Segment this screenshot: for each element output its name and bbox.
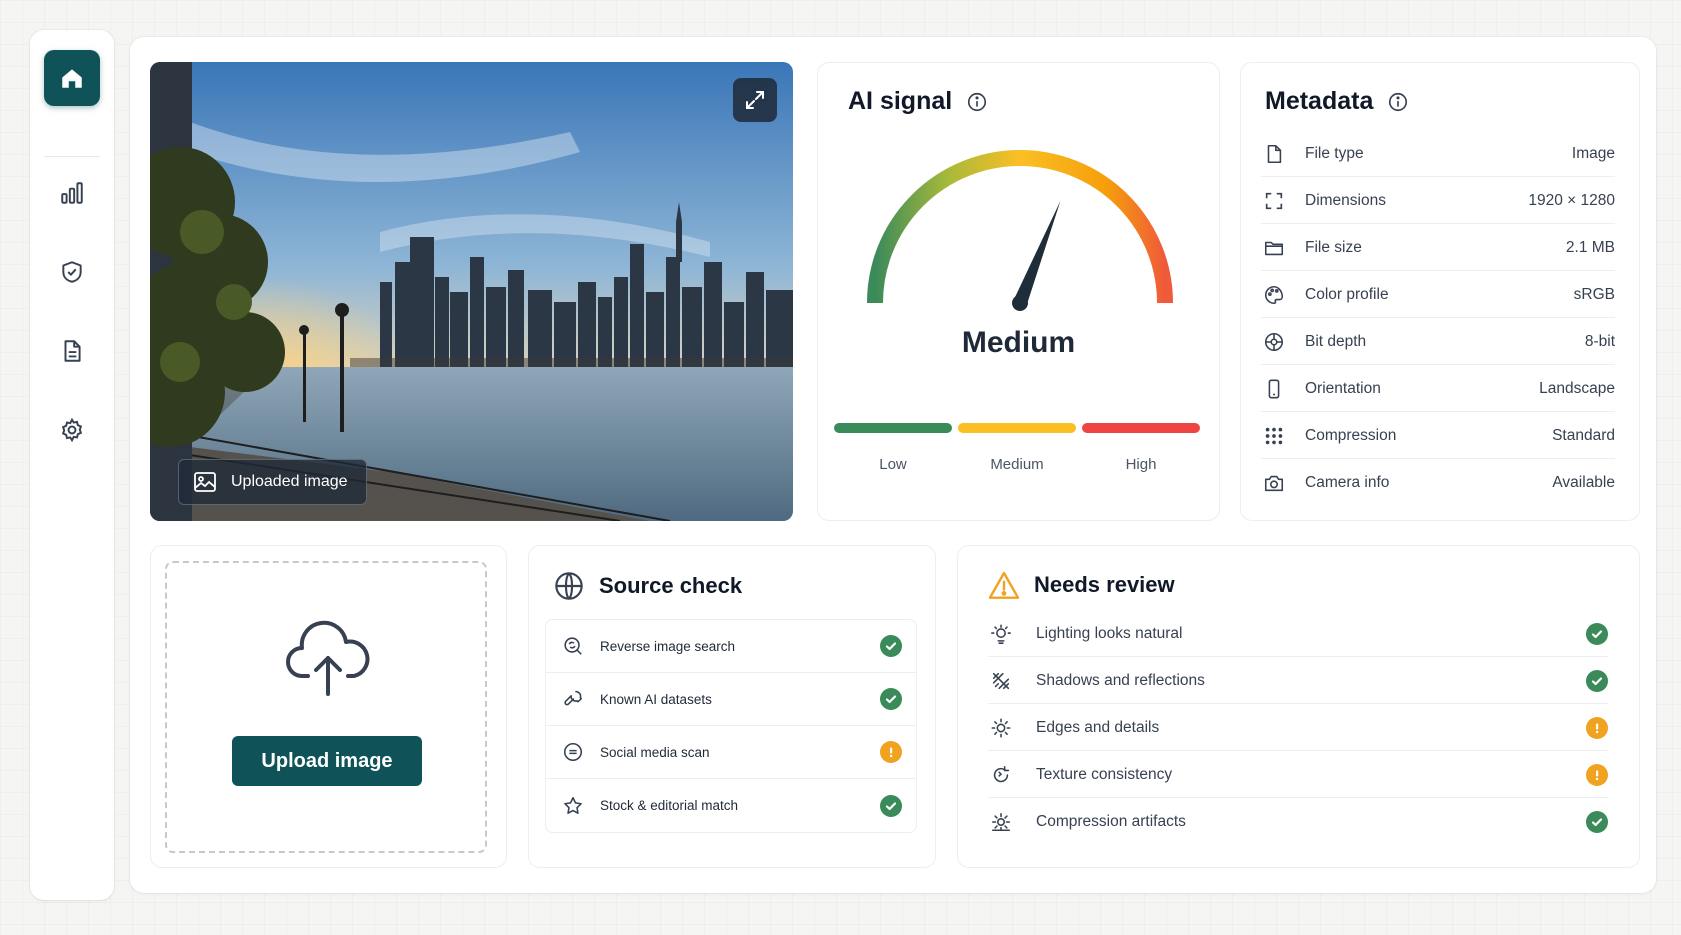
status-ok-icon — [1586, 811, 1608, 833]
image-preview[interactable]: Uploaded image — [150, 62, 793, 521]
wrench-icon — [560, 688, 586, 710]
uploaded-image-badge: Uploaded image — [178, 459, 367, 505]
metadata-title: Metadata — [1265, 87, 1374, 115]
status-ok-icon — [1586, 622, 1608, 645]
scale-label-medium: Medium — [990, 456, 1044, 473]
source-row-reverse-search: Reverse image search — [546, 620, 916, 673]
metadata-row-orientation: Orientation Landscape — [1261, 366, 1615, 412]
expand-button[interactable] — [733, 78, 777, 122]
metadata-row-dimensions: Dimensions 1920 × 1280 — [1261, 178, 1615, 224]
sidebar — [30, 30, 114, 900]
status-warning-icon — [1586, 763, 1608, 786]
scale-bar-low — [834, 423, 952, 433]
source-row-known-ai-datasets: Known AI datasets — [546, 673, 916, 726]
grid-icon — [1261, 425, 1287, 447]
status-ok-icon — [880, 635, 902, 657]
status-warning-icon — [880, 741, 902, 763]
metadata-row-file-type: File type Image — [1261, 131, 1615, 177]
source-row-stock-editorial: Stock & editorial match — [546, 779, 916, 832]
phone-icon — [1261, 378, 1287, 400]
scale-bar-high — [1082, 423, 1200, 433]
camera-icon — [1261, 472, 1287, 494]
metadata-row-camera-info: Camera info Available — [1261, 460, 1615, 506]
file-icon — [1261, 143, 1287, 165]
status-warning-icon — [1586, 716, 1608, 739]
sun-icon — [988, 717, 1014, 739]
metadata-row-color-profile: Color profile sRGB — [1261, 272, 1615, 318]
uploaded-image-caption: Uploaded image — [231, 473, 348, 490]
status-ok-icon — [880, 688, 902, 710]
ai-signal-card: AI signal Medium Low Medium High — [817, 62, 1220, 521]
warning-icon — [988, 571, 1020, 599]
gauge-needle — [1012, 200, 1061, 311]
info-icon[interactable] — [966, 91, 988, 113]
ai-signal-level: Medium — [961, 326, 1076, 359]
review-row-edges: Edges and details — [988, 705, 1608, 751]
ai-signal-title: AI signal — [848, 87, 953, 115]
reverse-search-icon — [560, 635, 586, 657]
light-icon — [988, 623, 1014, 645]
scale-bar-medium — [958, 423, 1076, 433]
info-icon[interactable] — [1387, 91, 1409, 113]
status-ok-icon — [880, 794, 902, 817]
star-icon — [560, 795, 586, 817]
nav-analytics-button[interactable] — [44, 165, 100, 221]
status-ok-icon — [1586, 669, 1608, 692]
review-row-texture: Texture consistency — [988, 752, 1608, 798]
nav-security-button[interactable] — [44, 244, 100, 300]
gauge-needle-hub — [1012, 295, 1028, 311]
source-check-card: Source check Reverse image search Known … — [528, 545, 936, 868]
metadata-row-file-size: File size 2.1 MB — [1261, 225, 1615, 271]
dimensions-icon — [1261, 190, 1287, 212]
shield-check-icon — [62, 261, 82, 283]
expand-icon — [746, 91, 764, 109]
home-icon — [62, 69, 82, 88]
nav-reports-button[interactable] — [44, 323, 100, 379]
metadata-header: Metadata — [1265, 87, 1409, 116]
ai-signal-header: AI signal — [848, 87, 988, 116]
globe-icon — [555, 572, 583, 600]
source-check-list: Reverse image search Known AI datasets S… — [545, 619, 917, 833]
needs-review-header: Needs review — [988, 570, 1175, 600]
ai-signal-gauge — [867, 150, 1173, 311]
scale-label-high: High — [1125, 456, 1157, 473]
nav-settings-button[interactable] — [44, 402, 100, 458]
source-check-header: Source check — [553, 570, 742, 602]
metadata-card: Metadata File type Image Dimensions 1920… — [1240, 62, 1640, 521]
gauge-needle-shape — [1013, 200, 1061, 306]
nav-home-button[interactable] — [44, 50, 100, 106]
uploaded-photo — [150, 62, 793, 521]
upload-dropzone[interactable]: Upload image — [165, 561, 487, 853]
needs-review-title: Needs review — [1034, 572, 1175, 597]
shadow-icon — [988, 670, 1014, 692]
needs-review-card: Needs review Lighting looks natural Shad… — [957, 545, 1640, 868]
artifact-icon — [988, 811, 1014, 833]
document-icon — [64, 340, 81, 362]
metadata-row-bit-depth: Bit depth 8-bit — [1261, 319, 1615, 365]
image-icon — [194, 472, 216, 492]
bar-chart-icon — [61, 182, 83, 204]
review-row-lighting: Lighting looks natural — [988, 611, 1608, 657]
gear-icon — [61, 417, 83, 443]
review-row-compression: Compression artifacts — [988, 799, 1608, 845]
folder-icon — [1261, 237, 1287, 259]
source-row-social-media-scan: Social media scan — [546, 726, 916, 779]
cloud-upload-icon — [286, 620, 370, 696]
aperture-icon — [1261, 331, 1287, 353]
source-check-title: Source check — [599, 573, 743, 598]
scale-label-low: Low — [879, 456, 907, 473]
palette-icon — [1261, 284, 1287, 306]
metadata-row-compression: Compression Standard — [1261, 413, 1615, 459]
upload-image-button[interactable]: Upload image — [232, 736, 422, 786]
chat-icon — [560, 741, 586, 763]
review-row-shadows: Shadows and reflections — [988, 658, 1608, 704]
sidebar-divider — [44, 156, 100, 157]
texture-icon — [988, 764, 1014, 786]
